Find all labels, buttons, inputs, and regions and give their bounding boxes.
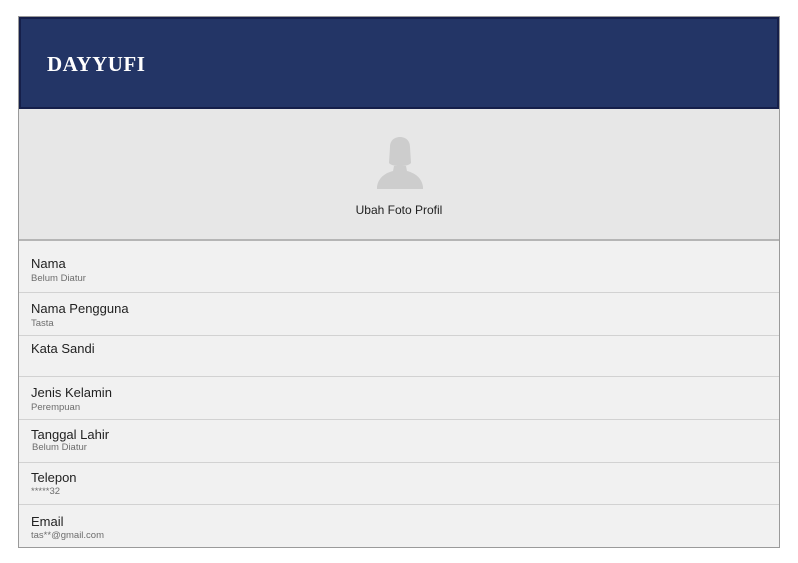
app-header: DAYYUFI — [19, 17, 779, 109]
field-value: Perempuan — [31, 402, 81, 413]
field-row-nama[interactable]: Nama Belum Diatur — [19, 241, 779, 293]
field-label: Kata Sandi — [31, 341, 95, 356]
field-label: Jenis Kelamin — [31, 385, 112, 400]
profile-panel: DAYYUFI Ubah Foto Profil Nama Belum Diat… — [18, 16, 780, 548]
field-row-jenis-kelamin[interactable]: Jenis Kelamin Perempuan — [19, 377, 779, 420]
change-photo-link[interactable]: Ubah Foto Profil — [19, 203, 779, 217]
field-row-kata-sandi[interactable]: Kata Sandi — [19, 336, 779, 377]
app-title: DAYYUFI — [47, 52, 146, 76]
profile-fields-list: Nama Belum Diatur Nama Pengguna Tasta Ka… — [19, 241, 779, 549]
field-label: Telepon — [31, 470, 77, 485]
user-silhouette-icon[interactable] — [376, 137, 424, 193]
field-label: Email — [31, 514, 64, 529]
profile-photo-section[interactable]: Ubah Foto Profil — [19, 109, 779, 241]
field-value: Belum Diatur — [31, 273, 86, 284]
field-value: tas**@gmail.com — [31, 530, 104, 541]
field-row-telepon[interactable]: Telepon *****32 — [19, 463, 779, 505]
field-value: Tasta — [31, 318, 54, 329]
field-row-email[interactable]: Email tas**@gmail.com — [19, 505, 779, 549]
field-row-tanggal-lahir[interactable]: Tanggal Lahir Belum Diatur — [19, 420, 779, 463]
field-value: *****32 — [31, 486, 61, 497]
field-row-nama-pengguna[interactable]: Nama Pengguna Tasta — [19, 293, 779, 336]
field-label: Nama — [31, 256, 66, 271]
field-label: Nama Pengguna — [31, 301, 129, 316]
field-value: Belum Diatur — [32, 442, 87, 453]
field-label: Tanggal Lahir — [31, 427, 110, 442]
